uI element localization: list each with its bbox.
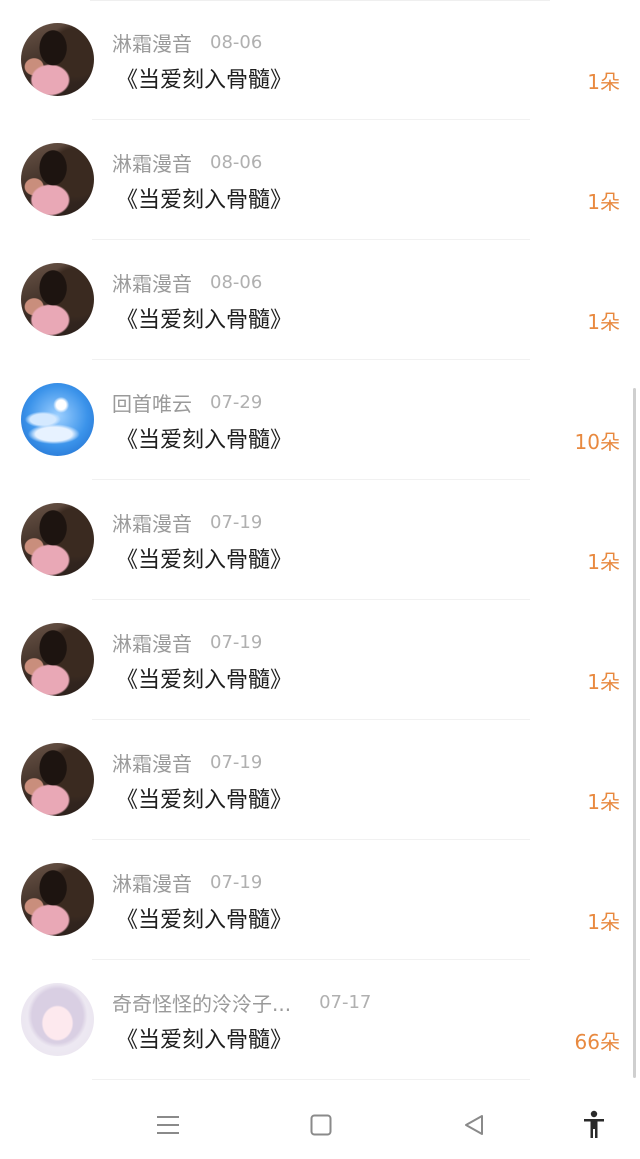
user-name[interactable]: 淋霜漫音: [112, 268, 192, 297]
item-date: 08-06: [210, 271, 263, 293]
work-title[interactable]: 《当爱刻入骨髓》: [116, 542, 292, 574]
work-title[interactable]: 《当爱刻入骨髓》: [116, 182, 292, 214]
list-item[interactable]: 淋霜漫音 08-06 《当爱刻入骨髓》 1朵: [0, 120, 640, 240]
item-meta: 淋霜漫音 08-06: [112, 28, 262, 56]
avatar[interactable]: [21, 263, 94, 336]
back-button[interactable]: [452, 1105, 496, 1145]
avatar[interactable]: [21, 383, 94, 456]
work-title[interactable]: 《当爱刻入骨髓》: [116, 662, 292, 694]
user-name[interactable]: 淋霜漫音: [112, 868, 192, 897]
square-home-icon: [310, 1114, 332, 1136]
item-date: 07-19: [210, 511, 263, 533]
user-name[interactable]: 回首唯云: [112, 388, 192, 417]
home-button[interactable]: [299, 1105, 343, 1145]
accessibility-button[interactable]: [572, 1105, 616, 1145]
user-name[interactable]: 奇奇怪怪的泠泠子...: [112, 988, 291, 1017]
item-date: 07-19: [210, 631, 263, 653]
list-item[interactable]: 奇奇怪怪的泠泠子... 07-17 《当爱刻入骨髓》 66朵: [0, 960, 640, 1080]
item-meta: 淋霜漫音 07-19: [112, 508, 262, 536]
work-title[interactable]: 《当爱刻入骨髓》: [116, 902, 292, 934]
item-meta: 回首唯云 07-29: [112, 388, 262, 416]
list-item[interactable]: 淋霜漫音 08-06 《当爱刻入骨髓》 1朵: [0, 240, 640, 360]
triangle-back-icon: [465, 1115, 483, 1135]
flower-count: 1朵: [587, 670, 620, 694]
gift-record-screen: 淋霜漫音 08-06 《当爱刻入骨髓》 1朵 淋霜漫音 08-06 《当爱刻入骨…: [0, 0, 640, 1159]
user-name[interactable]: 淋霜漫音: [112, 508, 192, 537]
system-nav-bar: [0, 1090, 640, 1159]
work-title[interactable]: 《当爱刻入骨髓》: [116, 1022, 292, 1054]
list-item[interactable]: 淋霜漫音 07-19 《当爱刻入骨髓》 1朵: [0, 840, 640, 960]
avatar[interactable]: [21, 983, 94, 1056]
flower-count: 1朵: [587, 910, 620, 934]
item-meta: 淋霜漫音 07-19: [112, 628, 262, 656]
item-meta: 淋霜漫音 07-19: [112, 748, 262, 776]
item-date: 08-06: [210, 31, 263, 53]
work-title[interactable]: 《当爱刻入骨髓》: [116, 782, 292, 814]
scrollbar[interactable]: [633, 388, 636, 1078]
work-title[interactable]: 《当爱刻入骨髓》: [116, 62, 292, 94]
avatar[interactable]: [21, 743, 94, 816]
list-item[interactable]: 淋霜漫音 07-19 《当爱刻入骨髓》 1朵: [0, 480, 640, 600]
list-item[interactable]: 回首唯云 07-29 《当爱刻入骨髓》 10朵: [0, 360, 640, 480]
avatar[interactable]: [21, 623, 94, 696]
work-title[interactable]: 《当爱刻入骨髓》: [116, 302, 292, 334]
item-meta: 淋霜漫音 08-06: [112, 148, 262, 176]
item-date: 07-19: [210, 751, 263, 773]
item-date: 07-29: [210, 391, 263, 413]
menu-icon: [157, 1116, 179, 1134]
flower-count: 1朵: [587, 190, 620, 214]
flower-count: 10朵: [574, 430, 620, 454]
gift-list[interactable]: 淋霜漫音 08-06 《当爱刻入骨髓》 1朵 淋霜漫音 08-06 《当爱刻入骨…: [0, 0, 640, 1080]
item-meta: 奇奇怪怪的泠泠子... 07-17: [112, 988, 371, 1016]
avatar[interactable]: [21, 23, 94, 96]
user-name[interactable]: 淋霜漫音: [112, 28, 192, 57]
flower-count: 1朵: [587, 790, 620, 814]
list-item[interactable]: 淋霜漫音 08-06 《当爱刻入骨髓》 1朵: [0, 0, 640, 120]
item-date: 08-06: [210, 151, 263, 173]
menu-button[interactable]: [146, 1105, 190, 1145]
avatar[interactable]: [21, 863, 94, 936]
item-date: 07-17: [319, 991, 372, 1013]
user-name[interactable]: 淋霜漫音: [112, 148, 192, 177]
flower-count: 1朵: [587, 550, 620, 574]
work-title[interactable]: 《当爱刻入骨髓》: [116, 422, 292, 454]
item-meta: 淋霜漫音 07-19: [112, 868, 262, 896]
item-meta: 淋霜漫音 08-06: [112, 268, 262, 296]
user-name[interactable]: 淋霜漫音: [112, 748, 192, 777]
user-name[interactable]: 淋霜漫音: [112, 628, 192, 657]
row-divider: [92, 1079, 530, 1080]
list-item[interactable]: 淋霜漫音 07-19 《当爱刻入骨髓》 1朵: [0, 600, 640, 720]
avatar[interactable]: [21, 143, 94, 216]
avatar[interactable]: [21, 503, 94, 576]
flower-count: 1朵: [587, 70, 620, 94]
flower-count: 66朵: [574, 1030, 620, 1054]
list-item[interactable]: 淋霜漫音 07-19 《当爱刻入骨髓》 1朵: [0, 720, 640, 840]
item-date: 07-19: [210, 871, 263, 893]
accessibility-icon: [584, 1110, 604, 1138]
flower-count: 1朵: [587, 310, 620, 334]
